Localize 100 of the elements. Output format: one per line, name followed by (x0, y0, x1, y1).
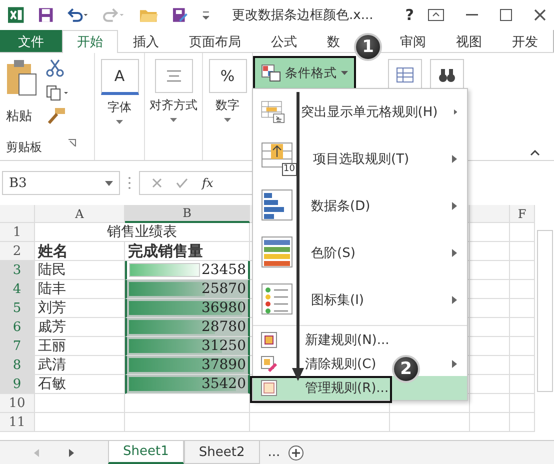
table-cell[interactable] (250, 413, 390, 432)
row-header[interactable]: 7 (0, 337, 35, 356)
table-cell[interactable] (35, 413, 125, 432)
ribbon-tab[interactable]: 开始 (62, 30, 118, 53)
table-cell[interactable] (470, 318, 510, 337)
customize-caret-icon[interactable] (202, 10, 210, 20)
data-bar-cell[interactable]: 23458 (125, 261, 250, 280)
table-cell[interactable] (510, 280, 535, 299)
redo-icon[interactable] (103, 8, 125, 22)
minimize-icon[interactable] (466, 14, 478, 16)
insert-function-button[interactable]: fx (202, 176, 214, 190)
table-cell[interactable] (510, 375, 535, 394)
paste-icon[interactable] (6, 59, 38, 97)
row-header[interactable]: 8 (0, 356, 35, 375)
table-cell[interactable] (470, 223, 510, 242)
conditional-format-button[interactable]: 条件格式 (255, 58, 354, 88)
ribbon-tab[interactable]: 视图 (441, 30, 497, 52)
row-header[interactable]: 3 (0, 261, 35, 280)
cut-icon[interactable] (46, 59, 64, 77)
ribbon-button[interactable]: 对齐方式 (150, 59, 198, 122)
scroll-right-icon[interactable] (69, 448, 74, 456)
row-header[interactable]: 9 (0, 375, 35, 394)
data-bar-cell[interactable]: 25870 (125, 280, 250, 299)
file-tab[interactable]: 文件 (0, 30, 62, 52)
row-header[interactable]: 2 (0, 242, 35, 261)
save-icon[interactable] (38, 7, 54, 23)
maximize-icon[interactable] (500, 9, 512, 21)
close-icon[interactable] (534, 9, 546, 21)
collapse-ribbon-icon[interactable] (530, 150, 540, 156)
table-cell[interactable] (470, 337, 510, 356)
ribbon-tab[interactable]: 开发 (497, 30, 553, 52)
ribbon-tab[interactable]: 插入 (118, 30, 174, 52)
ribbon-tab[interactable]: 审阅 (385, 30, 441, 52)
add-sheet-icon[interactable] (288, 444, 304, 460)
ribbon-tab[interactable]: 公式 (256, 30, 312, 52)
data-bar-cell[interactable]: 28780 (125, 318, 250, 337)
undo-icon[interactable] (67, 8, 90, 22)
table-cell[interactable] (510, 318, 535, 337)
table-cell[interactable] (510, 223, 535, 242)
copy-icon[interactable] (46, 85, 70, 101)
table-cell[interactable] (470, 394, 510, 413)
row-header[interactable]: 11 (0, 413, 35, 432)
menu-item[interactable]: 图标集(I) (253, 276, 467, 324)
menu-item[interactable]: 突出显示单元格规则(H) (253, 89, 467, 136)
table-cell[interactable] (470, 356, 510, 375)
table-cell[interactable] (510, 261, 535, 280)
sheet-tab[interactable]: Sheet1 (108, 441, 184, 464)
table-cell[interactable] (510, 356, 535, 375)
row-header[interactable]: 1 (0, 223, 35, 242)
menu-item[interactable]: 数据条(D) (253, 182, 467, 230)
binoculars-icon[interactable] (438, 67, 456, 83)
help-button[interactable]: ? (405, 6, 414, 24)
column-header[interactable]: F (510, 205, 535, 223)
table-cell[interactable] (510, 299, 535, 318)
table-cell[interactable] (510, 394, 535, 413)
row-header[interactable]: 5 (0, 299, 35, 318)
scroll-left-icon[interactable] (34, 448, 39, 456)
table-cell[interactable] (470, 261, 510, 280)
ribbon-tab[interactable]: 数 (312, 30, 355, 52)
table-cell[interactable] (510, 337, 535, 356)
dialog-launcher-icon[interactable] (68, 139, 76, 147)
row-header[interactable]: 6 (0, 318, 35, 337)
table-cell[interactable] (470, 413, 510, 432)
format-painter-icon[interactable] (46, 107, 66, 125)
table-cell[interactable] (125, 394, 250, 413)
row-header[interactable]: 4 (0, 280, 35, 299)
check-icon[interactable] (176, 178, 188, 188)
paste-label[interactable]: 粘贴 (6, 107, 42, 125)
table-cell[interactable] (35, 394, 125, 413)
table-format-icon[interactable] (396, 66, 414, 84)
data-bar-cell[interactable]: 37890 (125, 356, 250, 375)
table-cell[interactable] (510, 413, 535, 432)
data-bar-cell[interactable]: 31250 (125, 337, 250, 356)
ribbon-display-icon[interactable] (428, 9, 444, 21)
preview-icon[interactable] (172, 7, 188, 23)
select-all-corner[interactable] (0, 205, 35, 223)
table-cell[interactable] (510, 242, 535, 261)
sheet-tab[interactable]: Sheet2 (184, 441, 260, 464)
row-header[interactable]: 10 (0, 394, 35, 413)
column-header[interactable]: A (35, 205, 125, 223)
table-cell[interactable] (470, 375, 510, 394)
table-cell[interactable] (470, 280, 510, 299)
table-cell[interactable] (470, 242, 510, 261)
data-bar-cell[interactable]: 36980 (125, 299, 250, 318)
menu-item[interactable]: 管理规则(R)... (253, 376, 467, 400)
column-header[interactable] (470, 205, 510, 223)
table-cell[interactable] (125, 413, 250, 432)
menu-item[interactable]: 新建规则(N)... (253, 328, 467, 352)
data-bar-cell[interactable]: 35420 (125, 375, 250, 394)
column-header[interactable]: B (125, 205, 250, 223)
menu-item[interactable]: 10 项目选取规则(T) (253, 136, 467, 183)
folder-icon[interactable] (138, 7, 158, 23)
table-cell[interactable] (390, 413, 470, 432)
ribbon-tab[interactable]: 页面布局 (174, 30, 256, 52)
table-cell[interactable] (470, 299, 510, 318)
cancel-icon[interactable] (152, 178, 162, 188)
menu-item[interactable]: 色阶(S) (253, 230, 467, 276)
name-box[interactable]: B3 (2, 171, 120, 195)
more-sheets-button[interactable]: ... (260, 441, 288, 464)
vertical-scrollbar[interactable] (537, 230, 553, 392)
